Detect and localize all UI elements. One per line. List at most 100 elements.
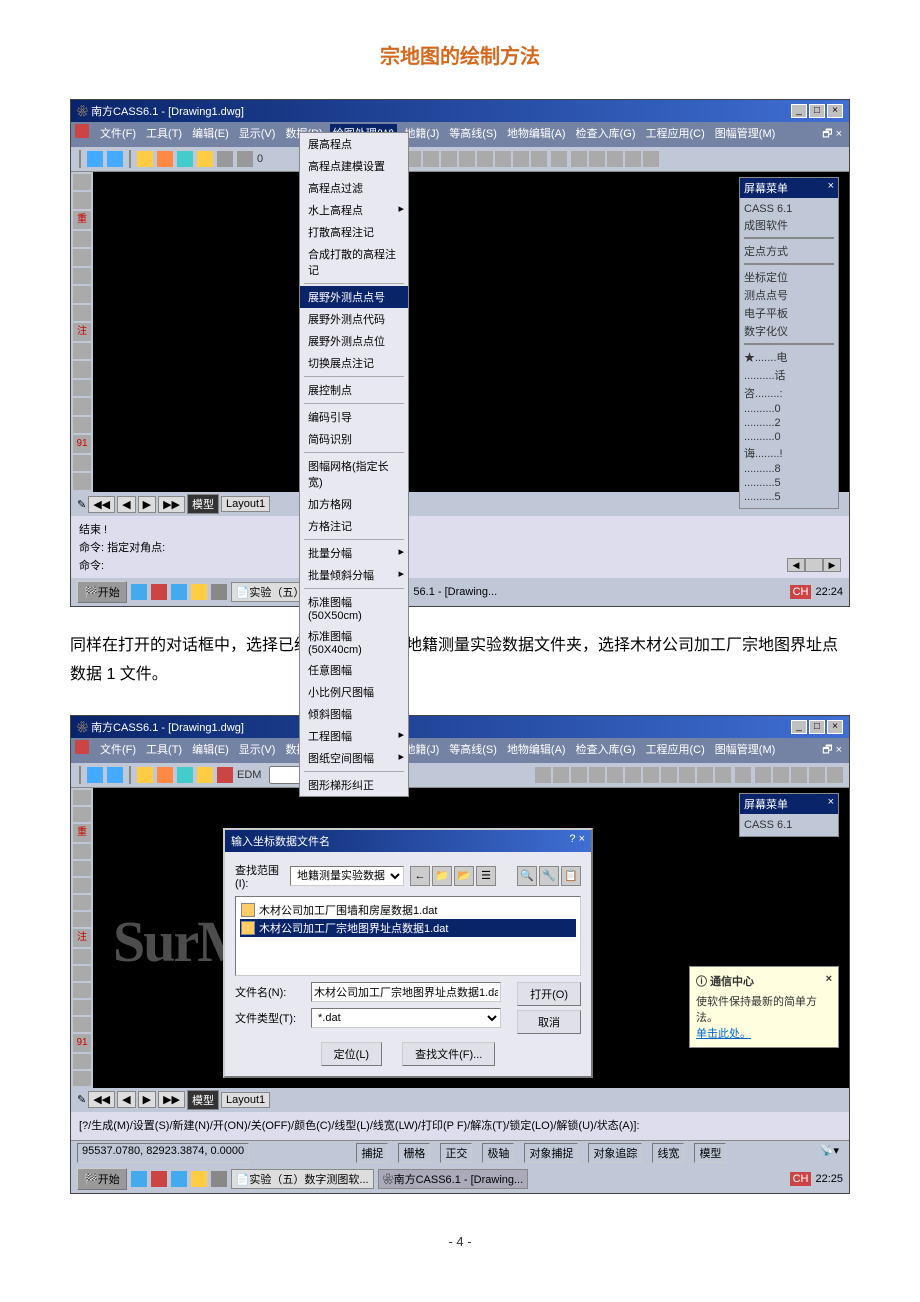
tool-icon[interactable]: 重 [73,211,91,229]
command-line[interactable]: [?/生成(M)/设置(S)/新建(N)/开(ON)/关(OFF)/颜色(C)/… [71,1112,849,1140]
minimize-button[interactable]: _ [791,104,807,118]
menu-item[interactable]: 简码识别 [300,428,408,450]
menu-object-edit[interactable]: 地物编辑(A) [504,124,569,145]
tray-icon[interactable]: 📡▾ [816,1143,843,1163]
quick-launch-icon[interactable] [131,584,147,600]
menu-item[interactable]: 水上高程点 [300,199,408,221]
filename-input[interactable] [311,982,501,1002]
tool-icon[interactable] [73,398,91,414]
menu-item[interactable]: 小比例尺图幅 [300,681,408,703]
tool-icon[interactable] [197,767,213,783]
tool-icon[interactable] [553,767,569,783]
menu-item[interactable]: 编码引导 [300,406,408,428]
tool-icon[interactable] [697,767,713,783]
tool-icon[interactable]: 注 [73,929,91,947]
menu-item[interactable]: 合成打散的高程注记 [300,243,408,281]
tool-icon[interactable] [73,790,91,805]
menu-item[interactable]: 标准图幅 (50X50cm) [300,591,408,625]
close-icon[interactable]: × [826,973,832,989]
status-ortho[interactable]: 正交 [440,1143,472,1163]
quick-launch-icon[interactable] [211,584,227,600]
tool-icon[interactable]: ✎ [77,1093,86,1106]
menu-engineering[interactable]: 工程应用(C) [643,740,708,761]
close-icon[interactable]: × [828,796,834,812]
tool-icon[interactable] [73,966,91,981]
tool-icon[interactable] [73,1000,91,1015]
up-icon[interactable]: 📁 [432,866,452,886]
tool-icon[interactable] [157,151,173,167]
cmd-prompt[interactable]: 命令: [79,557,104,573]
close-button[interactable]: × [827,104,843,118]
zoom-icon[interactable] [661,767,677,783]
view-icon[interactable]: ☰ [476,866,496,886]
command-line[interactable]: 结束 ! 命令: 指定对角点: 命令: ◀▶ [71,516,849,578]
tool-icon[interactable] [571,767,587,783]
tab-model[interactable]: 模型 [187,494,219,514]
nav-next[interactable]: ▶ [138,1091,156,1108]
cmd-prompt[interactable] [79,1134,841,1136]
menu-file[interactable]: 文件(F) [97,740,139,761]
tool-icon[interactable]: 🔧 [539,866,559,886]
task-button-active[interactable]: ❀南方CASS6.1 - [Drawing... [378,1169,529,1189]
menu-item[interactable]: 展野外测点点位 [300,330,408,352]
menu-file[interactable]: 文件(F) [97,124,139,145]
tool-icon[interactable] [73,268,91,284]
tool-icon[interactable] [73,249,91,265]
tool-icon[interactable] [73,1071,91,1086]
menu-item[interactable]: 任意图幅 [300,659,408,681]
nav-prev[interactable]: ◀ [117,496,135,513]
sm-item[interactable]: 电子平板 [744,304,834,322]
status-lwt[interactable]: 线宽 [652,1143,684,1163]
tool-icon[interactable] [107,151,123,167]
menu-edit[interactable]: 编辑(E) [189,124,232,145]
zoom-icon[interactable] [625,767,641,783]
tool-icon[interactable]: 重 [73,824,91,842]
menu-item[interactable]: 图幅网格(指定长宽) [300,455,408,493]
nav-first[interactable]: ◀◀ [88,496,115,513]
zoom-icon[interactable] [477,151,493,167]
mdi-close[interactable]: 🗗 × [819,740,845,761]
tool-icon[interactable] [73,912,91,927]
tool-icon[interactable] [87,767,103,783]
quick-launch-icon[interactable] [171,1171,187,1187]
menu-item[interactable]: 加方格网 [300,493,408,515]
menu-item[interactable]: 批量倾斜分幅 [300,564,408,586]
menu-item-highlighted[interactable]: 展野外测点点号 [300,286,408,308]
tool-icon[interactable] [73,861,91,876]
tab-layout[interactable]: Layout1 [221,496,270,512]
menu-sheet[interactable]: 图幅管理(M) [712,740,779,761]
tool-icon[interactable] [197,151,213,167]
file-list[interactable]: 木材公司加工厂围墙和房屋数据1.dat 木材公司加工厂宗地图界址点数据1.dat [235,896,581,976]
pencil-icon[interactable] [607,151,623,167]
menu-check[interactable]: 检查入库(G) [573,740,639,761]
tray-icon[interactable]: CH [790,1172,812,1186]
menu-sheet[interactable]: 图幅管理(M) [712,124,779,145]
menu-check[interactable]: 检查入库(G) [573,124,639,145]
menu-view[interactable]: 显示(V) [236,740,279,761]
cancel-button[interactable]: 取消 [517,1010,581,1034]
minimize-button[interactable]: _ [791,720,807,734]
tab-layout[interactable]: Layout1 [221,1092,270,1108]
quick-launch-icon[interactable] [191,584,207,600]
task-button[interactable]: 56.1 - [Drawing... [413,586,497,598]
file-item-selected[interactable]: 木材公司加工厂宗地图界址点数据1.dat [240,919,576,937]
tool-icon[interactable] [73,455,91,471]
pencil-icon[interactable] [791,767,807,783]
plus-icon[interactable] [809,767,825,783]
nav-prev[interactable]: ◀ [117,1091,135,1108]
tool-icon[interactable] [73,231,91,247]
tool-icon[interactable] [73,807,91,822]
close-icon[interactable]: × [828,180,834,196]
tool-icon[interactable] [73,844,91,859]
pencil-icon[interactable] [589,767,605,783]
tool-icon[interactable] [513,151,529,167]
menu-item[interactable]: 打散高程注记 [300,221,408,243]
canvas[interactable]: 定 显 示 区 改变当前图形比例尺 展高程点 高程点建模设置 高程点过滤 水上高… [93,172,849,492]
open-button[interactable]: 打开(O) [517,982,581,1006]
tool-icon[interactable] [73,473,91,489]
status-osnap[interactable]: 对象捕捉 [524,1143,578,1163]
tool-icon[interactable] [73,380,91,396]
tool-icon[interactable] [755,767,771,783]
tool-icon[interactable] [73,895,91,910]
tool-icon[interactable]: 📋 [561,866,581,886]
